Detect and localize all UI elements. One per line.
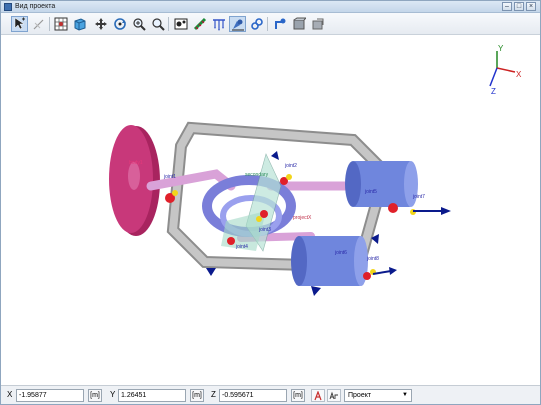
label-joint8: joint8 bbox=[366, 256, 379, 262]
force-arrow-head bbox=[441, 207, 451, 215]
wheel-body[interactable] bbox=[109, 125, 160, 236]
z-coordinate-field[interactable]: -0.595671 bbox=[219, 389, 287, 402]
force-arrow-head bbox=[311, 286, 321, 296]
grid-icon[interactable] bbox=[52, 16, 69, 32]
label-joint7: joint7 bbox=[412, 194, 425, 200]
joint-marker[interactable] bbox=[260, 210, 268, 218]
minimize-button[interactable]: – bbox=[502, 2, 512, 11]
part-icon[interactable] bbox=[309, 16, 326, 32]
label-joint5: joint5 bbox=[364, 189, 377, 195]
status-bar: X -1.95877 [m] Y 1.26451 [m] Z -0.595671… bbox=[1, 385, 540, 404]
axis-triad: Y X Z bbox=[489, 44, 522, 96]
view-mode-value: Проект bbox=[348, 392, 372, 399]
x-axis-label: X bbox=[516, 70, 522, 79]
force-arrow-head bbox=[206, 268, 216, 276]
3d-viewport[interactable]: Y X Z body1 joint1 secondary joint2 proj… bbox=[1, 36, 540, 385]
zoom-in-icon[interactable] bbox=[130, 16, 147, 32]
joint-marker[interactable] bbox=[227, 237, 235, 245]
x-axis-line bbox=[496, 67, 516, 73]
snapshot-icon[interactable] bbox=[172, 16, 189, 32]
box-view-icon[interactable] bbox=[71, 16, 88, 32]
force-arrow-head bbox=[389, 267, 397, 275]
label-joint4: joint4 bbox=[235, 244, 248, 250]
label-secondary: secondary bbox=[245, 172, 269, 178]
y-label: Y bbox=[110, 390, 116, 399]
wheel-hub bbox=[128, 162, 140, 190]
title-bar: Вид проекта – □ × bbox=[1, 1, 540, 13]
toolbar-separator bbox=[168, 17, 169, 31]
z-axis-label: Z bbox=[491, 87, 496, 96]
toolbar-separator bbox=[49, 17, 50, 31]
z-axis-line bbox=[489, 67, 498, 87]
sketch-icon[interactable] bbox=[30, 16, 47, 32]
measure-icon[interactable] bbox=[191, 16, 208, 32]
zoom-fit-icon[interactable] bbox=[149, 16, 166, 32]
x-unit-button[interactable]: [m] bbox=[88, 389, 102, 402]
cylinder-upper-end bbox=[404, 161, 418, 207]
joint-marker-yellow[interactable] bbox=[172, 190, 178, 196]
cylinder-lower[interactable] bbox=[291, 236, 368, 286]
toolbar-separator bbox=[267, 17, 268, 31]
constraint-icon[interactable] bbox=[210, 16, 227, 32]
close-button[interactable]: × bbox=[526, 2, 536, 11]
joint-marker-yellow[interactable] bbox=[256, 216, 262, 222]
chevron-down-icon: ▼ bbox=[402, 392, 408, 398]
text-format-icon[interactable] bbox=[327, 389, 341, 402]
label-joint1: joint1 bbox=[163, 174, 176, 180]
cylinder-upper[interactable] bbox=[345, 161, 418, 207]
y-axis-label: Y bbox=[498, 44, 504, 53]
force-arrow-head bbox=[271, 151, 279, 160]
x-coordinate-field[interactable]: -1.95877 bbox=[16, 389, 84, 402]
z-label: Z bbox=[211, 390, 216, 399]
3d-scene[interactable]: Y X Z body1 joint1 secondary joint2 proj… bbox=[1, 36, 540, 385]
select-arrow-icon[interactable] bbox=[11, 16, 28, 32]
cylinder-lower-cap bbox=[291, 236, 307, 286]
label-joint2: joint2 bbox=[284, 163, 297, 169]
toolbar bbox=[1, 13, 540, 35]
label-projectx: projectX bbox=[293, 215, 312, 221]
pan-icon[interactable] bbox=[92, 16, 109, 32]
joint-marker[interactable] bbox=[363, 272, 371, 280]
window-title: Вид проекта bbox=[15, 3, 56, 10]
pdf-export-icon[interactable] bbox=[311, 389, 325, 402]
view-mode-select[interactable]: Проект ▼ bbox=[344, 389, 412, 402]
cylinder-upper-cap bbox=[345, 161, 361, 207]
window-icon bbox=[4, 3, 12, 11]
joint-marker[interactable] bbox=[388, 203, 398, 213]
x-label: X bbox=[7, 390, 13, 399]
joint-marker-yellow[interactable] bbox=[286, 174, 292, 180]
window-controls: – □ × bbox=[502, 2, 536, 11]
body-icon[interactable] bbox=[290, 16, 307, 32]
project-view-window: Вид проекта – □ × Y X Z body1 joint1 sec… bbox=[0, 0, 541, 405]
link-icon[interactable] bbox=[248, 16, 265, 32]
y-unit-button[interactable]: [m] bbox=[190, 389, 204, 402]
z-unit-button[interactable]: [m] bbox=[291, 389, 305, 402]
rotate-icon[interactable] bbox=[111, 16, 128, 32]
joint-icon[interactable] bbox=[229, 16, 246, 32]
label-body1: body1 bbox=[129, 160, 143, 166]
marker-icon[interactable] bbox=[271, 16, 288, 32]
label-joint3: joint3 bbox=[258, 227, 271, 233]
maximize-button[interactable]: □ bbox=[514, 2, 524, 11]
y-coordinate-field[interactable]: 1.26451 bbox=[118, 389, 186, 402]
label-joint6: joint6 bbox=[334, 250, 347, 256]
